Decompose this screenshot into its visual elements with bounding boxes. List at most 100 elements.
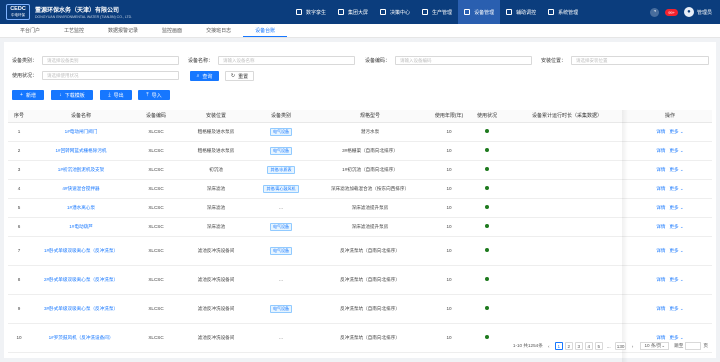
reset-button[interactable]: ↻ 重置 <box>225 71 254 81</box>
prev-page-icon[interactable]: ‹ <box>544 342 553 350</box>
category-tag: 其他/水质表 <box>267 165 295 174</box>
table-row: 2 1#回转网篮式栅格除污机 XLCSC 粗格栅及进水泵房 电气设备 3#格栅渠（自南向北… <box>8 141 712 161</box>
page-item[interactable]: 130 <box>614 342 627 350</box>
cell-location: 滤池反冲洗设备间 <box>180 294 252 324</box>
detail-link[interactable]: 详情 <box>656 306 665 311</box>
top-nav-item[interactable]: 生产管理 <box>416 0 458 24</box>
cell-runtime <box>506 265 628 295</box>
cell-device-name[interactable]: 1#初沉池刮泥机及支架 <box>30 160 132 180</box>
tab-item[interactable]: 数据报警记录 <box>96 24 150 37</box>
page-item[interactable]: ... <box>604 342 613 350</box>
tab-item[interactable]: 设备台账 <box>243 24 288 37</box>
detail-link[interactable]: 详情 <box>656 248 665 253</box>
avatar[interactable]: ● <box>683 7 694 17</box>
more-link[interactable]: 更多 ⌄ <box>669 224 683 229</box>
tab-item[interactable]: 平台门户 <box>8 24 52 37</box>
detail-link[interactable]: 详情 <box>656 148 665 153</box>
cell-device-name[interactable]: 1#罗茨鼓风机（反冲洗设备间） <box>30 323 132 353</box>
category-tag: 电气设备 <box>270 146 292 155</box>
page-item[interactable]: 2 <box>564 342 573 350</box>
add-button[interactable]: + 新增 <box>12 90 44 100</box>
top-nav-item[interactable]: 数字孪生 <box>290 0 332 24</box>
page-item[interactable]: 5 <box>594 342 603 350</box>
cell-device-name[interactable]: 1#卧式单级双吸离心泵（反冲洗泵） <box>30 236 132 266</box>
detail-link[interactable]: 详情 <box>656 186 665 191</box>
chevron-down-icon: ⌄ <box>678 248 684 253</box>
page-item[interactable]: 4 <box>584 342 593 350</box>
category-tag: 电气设备 <box>270 222 292 231</box>
detail-link[interactable]: 详情 <box>656 167 665 172</box>
more-link[interactable]: 更多 ⌄ <box>669 277 683 282</box>
cell-device-code: XLCSC <box>132 236 180 266</box>
chevron-down-icon: ⌄ <box>678 129 684 134</box>
cell-device-name[interactable]: 3#卧式单级双吸离心泵（反冲洗泵） <box>30 294 132 324</box>
tab-item[interactable]: 交接班日志 <box>194 24 243 37</box>
cell-years: 10 <box>430 217 468 237</box>
cell-device-name[interactable]: 1#电动葫芦 <box>30 217 132 237</box>
query-button[interactable]: ⌕ 查询 <box>190 71 219 81</box>
more-link[interactable]: 更多 ⌄ <box>669 306 683 311</box>
detail-link[interactable]: 详情 <box>656 277 665 282</box>
download-template-button[interactable]: ↓ 下载模板 <box>51 90 93 100</box>
detail-link[interactable]: 详情 <box>656 129 665 134</box>
cell-device-code: XLCSC <box>132 294 180 324</box>
filter-usage-status: 使用状况： 请选择使用状况 <box>12 71 180 80</box>
device-code-input[interactable]: 请输入设备编码 <box>395 56 533 65</box>
top-nav-item[interactable]: 系统管理 <box>542 0 584 24</box>
top-nav-item[interactable]: 集团大屏 <box>332 0 374 24</box>
notification-badge: 99+ <box>665 8 678 16</box>
more-link[interactable]: 更多 ⌄ <box>669 335 683 340</box>
cell-model: 3#格栅渠（自南向北排序） <box>310 141 430 161</box>
cell-no: 7 <box>8 236 30 266</box>
cell-no: 9 <box>8 294 30 324</box>
export-button[interactable]: ⤓ 导出 <box>100 90 132 100</box>
top-nav-label: 决策中心 <box>390 9 411 16</box>
cell-model: 潜污水泵 <box>310 122 430 142</box>
more-link[interactable]: 更多 ⌄ <box>669 148 683 153</box>
table-row: 4 4#快速混合搅拌器 XLCSC 深床滤池 其他/离心鼓风机 深床滤池加载混合池（按东向… <box>8 179 712 199</box>
detail-link[interactable]: 详情 <box>656 335 665 340</box>
page-size-select[interactable]: 10 条/页 ⌄ <box>640 342 670 350</box>
more-link[interactable]: 更多 ⌄ <box>669 129 683 134</box>
cell-model: 反冲洗泵坑（自南向北排序） <box>310 265 430 295</box>
column-header: 序号 <box>8 110 30 123</box>
user-name[interactable]: 管理员 <box>697 9 712 16</box>
filter-device-name: 设备名称： 请输入设备名称 <box>188 56 356 65</box>
top-nav-label: 数字孪生 <box>306 9 327 16</box>
top-nav-item[interactable]: 决策中心 <box>374 0 416 24</box>
usage-status-select[interactable]: 请选择使用状况 <box>42 71 180 80</box>
page-item[interactable]: 3 <box>574 342 583 350</box>
cell-device-name[interactable]: 4#快速混合搅拌器 <box>30 179 132 199</box>
cell-device-name[interactable]: 1#电动闸门阀门 <box>30 122 132 142</box>
cell-device-name[interactable]: 1#潜水离心泵 <box>30 198 132 218</box>
page-item[interactable]: 1 <box>554 342 563 350</box>
tab-item[interactable]: 工艺监控 <box>52 24 96 37</box>
download-icon: ↓ <box>59 92 62 98</box>
more-link[interactable]: 更多 ⌄ <box>669 205 683 210</box>
jump-input[interactable] <box>685 342 702 350</box>
next-page-icon[interactable]: › <box>628 342 637 350</box>
cell-no: 3 <box>8 160 30 180</box>
status-dot <box>485 224 489 228</box>
status-dot <box>485 148 489 152</box>
chevron-down-icon: ⌄ <box>678 306 684 311</box>
more-link[interactable]: 更多 ⌄ <box>669 248 683 253</box>
import-button[interactable]: ⤒ 导入 <box>138 90 170 100</box>
cell-status <box>468 236 506 266</box>
more-link[interactable]: 更多 ⌄ <box>669 186 683 191</box>
detail-link[interactable]: 详情 <box>656 205 665 210</box>
cell-device-name[interactable]: 1#回转网篮式栅格除污机 <box>30 141 132 161</box>
detail-link[interactable]: 详情 <box>656 224 665 229</box>
notification-icon[interactable]: ◔ <box>650 7 660 17</box>
device-name-input[interactable]: 请输入设备名称 <box>218 56 356 65</box>
device-category-select[interactable]: 请选择设备类别 <box>42 56 180 65</box>
tab-item[interactable]: 监控画面 <box>150 24 194 37</box>
install-location-select[interactable]: 请选择安装位置 <box>571 56 710 65</box>
jump-suffix: 页 <box>703 343 708 348</box>
cell-years: 10 <box>430 141 468 161</box>
top-nav-item[interactable]: 辅助调控 <box>500 0 542 24</box>
chevron-down-icon: ⌄ <box>678 148 684 153</box>
top-nav-item[interactable]: 设备管理 <box>458 0 501 24</box>
more-link[interactable]: 更多 ⌄ <box>669 167 683 172</box>
cell-device-name[interactable]: 2#卧式单级双吸离心泵（反冲洗泵） <box>30 265 132 295</box>
